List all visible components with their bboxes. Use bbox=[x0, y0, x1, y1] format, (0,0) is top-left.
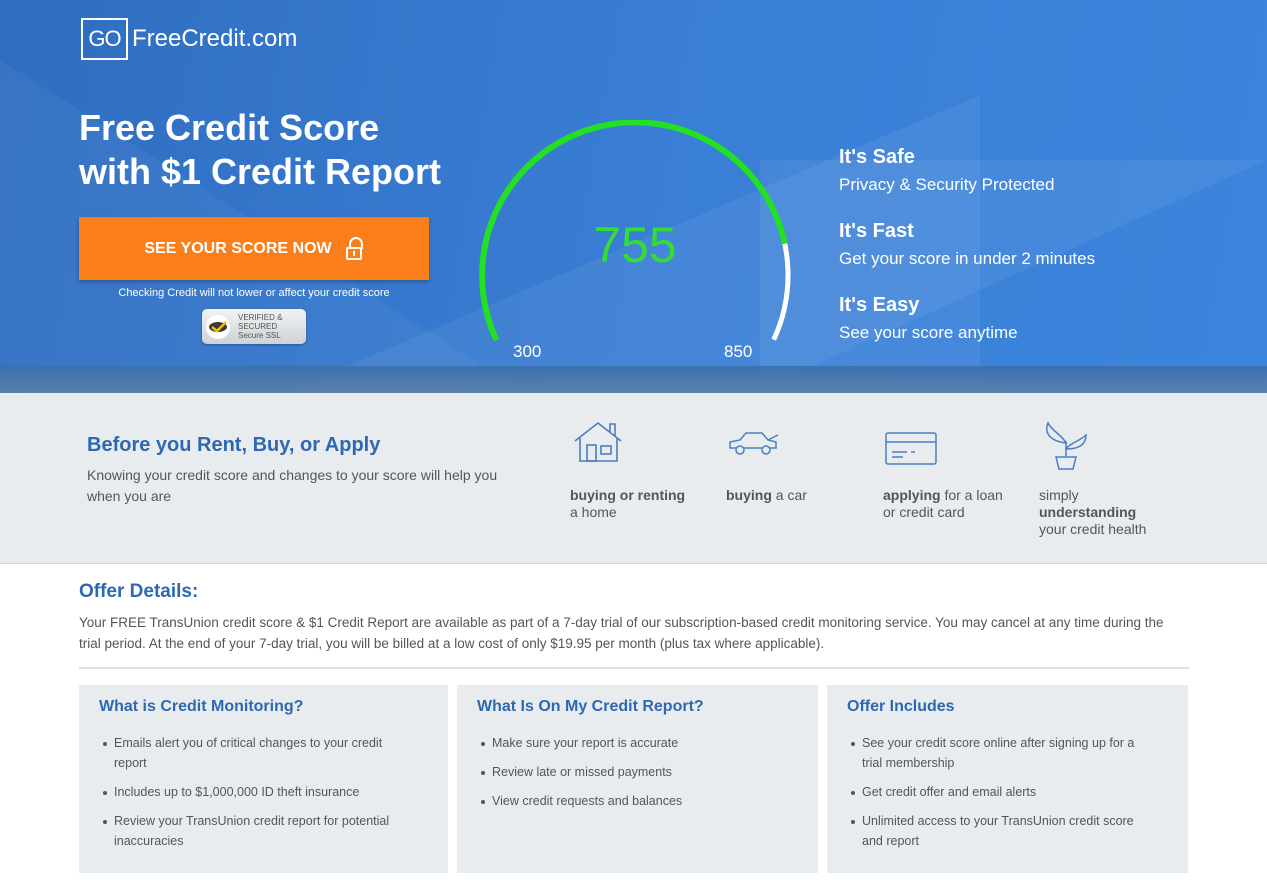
car-icon bbox=[729, 432, 779, 455]
hero-headline: Free Credit Score with $1 Credit Report bbox=[79, 106, 479, 194]
headline-line: with $1 Credit Report bbox=[79, 151, 442, 192]
card-credit-report: What Is On My Credit Report? Make sure y… bbox=[457, 685, 818, 873]
feature-fast: It's Fast Get your score in under 2 minu… bbox=[839, 220, 1095, 269]
card-list-item: Get credit offer and email alerts bbox=[851, 782, 1157, 802]
use-case-pre: simply bbox=[1039, 487, 1079, 503]
use-case-bold: buying or renting bbox=[570, 487, 686, 503]
use-case-bold: understanding bbox=[1039, 504, 1137, 520]
logo-text: FreeCredit.com bbox=[132, 25, 298, 52]
gauge-max-label: 850 bbox=[724, 342, 753, 361]
use-case-rest: a car bbox=[775, 487, 807, 503]
use-case-caption: buying or renting a home bbox=[570, 487, 730, 521]
offer-details-text: Your FREE TransUnion credit score & $1 C… bbox=[79, 615, 1164, 651]
card-list-item: Review late or missed payments bbox=[481, 762, 792, 782]
card-list-item: Review your TransUnion credit report for… bbox=[103, 811, 414, 851]
card-list: Emails alert you of critical changes to … bbox=[99, 733, 414, 860]
use-case-bold: buying bbox=[726, 487, 772, 503]
feature-title: It's Easy bbox=[839, 294, 920, 316]
feature-desc: See your score anytime bbox=[839, 323, 1018, 342]
credit-score-value: 755 bbox=[593, 217, 677, 273]
cta-label: SEE YOUR SCORE NOW bbox=[144, 239, 332, 257]
card-title: What Is On My Credit Report? bbox=[477, 698, 704, 715]
gauge-min-label: 300 bbox=[513, 342, 542, 361]
card-credit-monitoring: What is Credit Monitoring? Emails alert … bbox=[79, 685, 448, 873]
feature-desc: Privacy & Security Protected bbox=[839, 175, 1055, 194]
use-case-caption: buying a car bbox=[726, 487, 886, 504]
card-list-item: Make sure your report is accurate bbox=[481, 733, 792, 753]
headline-line: Free Credit Score bbox=[79, 107, 380, 148]
credit-disclaimer: Checking Credit will not lower or affect… bbox=[118, 287, 390, 299]
before-you-apply-section: Before you Rent, Buy, or Apply Knowing y… bbox=[0, 393, 1267, 564]
see-your-score-button[interactable]: SEE YOUR SCORE NOW bbox=[79, 217, 429, 280]
feature-title: It's Safe bbox=[839, 146, 915, 168]
feature-title: It's Fast bbox=[839, 220, 914, 242]
use-case-caption: applying for a loan or credit card bbox=[883, 487, 1013, 521]
offer-details-title: Offer Details: bbox=[79, 581, 199, 602]
card-title: What is Credit Monitoring? bbox=[99, 698, 304, 715]
ssl-badge[interactable]: VERIFIED & SECURED Secure SSL bbox=[202, 309, 306, 344]
credit-card-icon bbox=[885, 432, 937, 465]
card-list-item: See your credit score online after signi… bbox=[851, 733, 1157, 773]
ssl-line: Secure SSL bbox=[238, 331, 281, 340]
ssl-text: VERIFIED & SECURED Secure SSL bbox=[238, 313, 282, 340]
divider bbox=[79, 667, 1189, 669]
site-logo[interactable]: GO FreeCredit.com bbox=[81, 18, 297, 60]
section-text: Knowing your credit score and changes to… bbox=[87, 467, 498, 504]
card-list-item: Includes up to $1,000,000 ID theft insur… bbox=[103, 782, 414, 802]
feature-easy: It's Easy See your score anytime bbox=[839, 294, 1018, 343]
house-icon bbox=[574, 421, 622, 462]
card-offer-includes: Offer Includes See your credit score onl… bbox=[827, 685, 1188, 873]
ssl-line: SECURED bbox=[238, 322, 278, 331]
logo-box: GO bbox=[81, 18, 128, 60]
card-list-item: Emails alert you of critical changes to … bbox=[103, 733, 414, 773]
card-list-item: Unlimited access to your TransUnion cred… bbox=[851, 811, 1157, 851]
hero-bottom-band bbox=[0, 366, 1267, 393]
use-case-rest: your credit health bbox=[1039, 521, 1147, 537]
lock-icon bbox=[345, 236, 364, 261]
use-case-rest: a home bbox=[570, 504, 617, 520]
ssl-line: VERIFIED & bbox=[238, 313, 283, 322]
use-case-caption: simply understanding your credit health bbox=[1039, 487, 1169, 538]
card-list-item: View credit requests and balances bbox=[481, 791, 792, 811]
feature-safe: It's Safe Privacy & Security Protected bbox=[839, 146, 1054, 195]
ssl-check-icon bbox=[206, 314, 230, 339]
use-case-bold: applying bbox=[883, 487, 941, 503]
card-list: Make sure your report is accurate Review… bbox=[477, 733, 792, 820]
feature-desc: Get your score in under 2 minutes bbox=[839, 249, 1096, 268]
card-list: See your credit score online after signi… bbox=[847, 733, 1157, 860]
plant-icon bbox=[1046, 421, 1087, 470]
section-title: Before you Rent, Buy, or Apply bbox=[87, 434, 381, 456]
card-title: Offer Includes bbox=[847, 698, 955, 715]
